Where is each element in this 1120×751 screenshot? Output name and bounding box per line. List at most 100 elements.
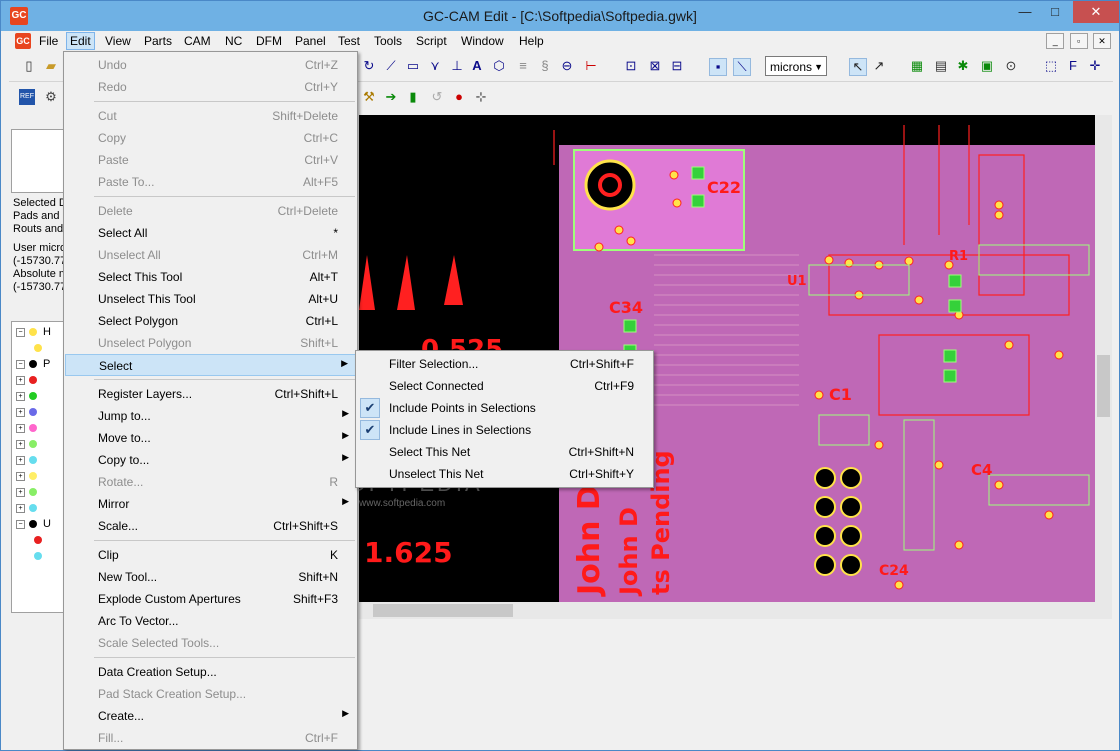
measure-tool-icon[interactable]: ⊖ (559, 58, 575, 74)
menu-item-data-creation-setup[interactable]: Data Creation Setup... (65, 661, 356, 683)
submenu-item-select-this-net[interactable]: Select This Net Ctrl+Shift+N (357, 441, 652, 463)
expand-icon[interactable]: + (16, 487, 25, 497)
hatch-tool-icon[interactable]: ≡ (515, 58, 531, 74)
new-file-icon[interactable]: ▯ (21, 58, 37, 74)
menu-parts[interactable]: Parts (144, 34, 172, 48)
expand-icon[interactable]: + (16, 375, 25, 385)
tree-row[interactable]: − U (16, 518, 51, 530)
menu-item-move-to[interactable]: Move to... ▶ (65, 427, 356, 449)
record-icon[interactable]: ● (451, 89, 467, 105)
menu-file[interactable]: File (39, 34, 58, 48)
chip-icon[interactable]: ✱ (955, 58, 971, 74)
tree-row[interactable]: + (16, 470, 37, 482)
inspect-icon[interactable]: ⊙ (1003, 58, 1019, 74)
select-edit-icon[interactable]: ↗ (871, 58, 887, 74)
menu-test[interactable]: Test (338, 34, 360, 48)
tree-row[interactable]: + (16, 486, 37, 498)
mdi-close-button[interactable]: ✕ (1093, 33, 1111, 49)
menu-item-clip[interactable]: Clip K (65, 544, 356, 566)
zoom-window-icon[interactable]: ⊠ (647, 58, 663, 74)
polygon-tool-icon[interactable]: ⬡ (491, 58, 507, 74)
crosshair-icon[interactable]: ✛ (1087, 58, 1103, 74)
layers-list-icon[interactable]: ▤ (933, 58, 949, 74)
menu-help[interactable]: Help (519, 34, 544, 48)
vertical-scrollbar[interactable] (1095, 115, 1112, 619)
mdi-restore-button[interactable]: ▫ (1069, 33, 1088, 49)
reference-icon[interactable]: REF (19, 89, 35, 105)
tree-row[interactable]: + (16, 390, 37, 402)
tree-row[interactable]: + (16, 438, 37, 450)
snap-point-icon[interactable]: ▪ (709, 58, 727, 76)
zoom-fit-icon[interactable]: ⊡ (623, 58, 639, 74)
expand-icon[interactable]: + (16, 455, 25, 465)
submenu-item-include-lines-in-selections[interactable]: ✔ Include Lines in Selections (357, 419, 652, 441)
dimension-tool-icon[interactable]: ⊢ (583, 58, 599, 74)
expand-icon[interactable]: + (16, 391, 25, 401)
menu-item-select-polygon[interactable]: Select Polygon Ctrl+L (65, 310, 356, 332)
tree-row[interactable]: + (16, 454, 37, 466)
zoom-previous-icon[interactable]: ⊟ (669, 58, 685, 74)
select-box-icon[interactable]: ⬚ (1043, 58, 1059, 74)
menu-item-unselect-this-tool[interactable]: Unselect This Tool Alt+U (65, 288, 356, 310)
import-arrow-icon[interactable]: ➔ (383, 89, 399, 105)
submenu-item-unselect-this-net[interactable]: Unselect This Net Ctrl+Shift+Y (357, 463, 652, 485)
collapse-icon[interactable]: − (16, 359, 25, 369)
text-tool-icon[interactable]: A (469, 58, 485, 74)
collapse-icon[interactable]: − (16, 327, 25, 337)
menu-item-mirror[interactable]: Mirror ▶ (65, 493, 356, 515)
menu-panel[interactable]: Panel (295, 34, 326, 48)
expand-icon[interactable]: + (16, 471, 25, 481)
menu-view[interactable]: View (105, 34, 131, 48)
menu-window[interactable]: Window (461, 34, 504, 48)
draw-arc-icon[interactable]: ↻ (361, 58, 377, 74)
expand-icon[interactable]: + (16, 503, 25, 513)
minimize-button[interactable]: — (1011, 1, 1039, 23)
menu-tools[interactable]: Tools (374, 34, 402, 48)
tree-row[interactable] (30, 550, 42, 562)
vscroll-thumb[interactable] (1097, 355, 1110, 417)
draw-rect-icon[interactable]: ▭ (405, 58, 421, 74)
open-folder-icon[interactable]: ▰ (43, 58, 59, 74)
tree-row[interactable] (30, 534, 42, 546)
draw-node-icon[interactable]: ⊥ (449, 58, 465, 74)
tree-row[interactable]: + (16, 502, 37, 514)
origin-icon[interactable]: ⊹ (473, 89, 489, 105)
units-dropdown[interactable]: microns ▼ (765, 56, 827, 76)
expand-icon[interactable]: + (16, 423, 25, 433)
menu-item-scale[interactable]: Scale... Ctrl+Shift+S (65, 515, 356, 537)
hscroll-thumb[interactable] (373, 604, 513, 617)
tree-row[interactable]: + (16, 422, 37, 434)
menu-item-create[interactable]: Create... ▶ (65, 705, 356, 727)
close-button[interactable]: ✕ (1073, 1, 1119, 23)
menu-cam[interactable]: CAM (184, 34, 211, 48)
horizontal-scrollbar[interactable] (359, 602, 1095, 619)
submenu-item-select-connected[interactable]: Select Connected Ctrl+F9 (357, 375, 652, 397)
flash-icon[interactable]: F (1065, 58, 1081, 74)
mdi-minimize-button[interactable]: _ (1046, 33, 1065, 49)
spiral-tool-icon[interactable]: § (537, 58, 553, 74)
submenu-item-filter-selection[interactable]: Filter Selection... Ctrl+Shift+F (357, 353, 652, 375)
layers-grid-icon[interactable]: ▦ (909, 58, 925, 74)
menu-item-new-tool[interactable]: New Tool... Shift+N (65, 566, 356, 588)
mdi-logo-icon[interactable]: GC (15, 33, 31, 49)
menu-item-explode-custom-apertures[interactable]: Explode Custom Apertures Shift+F3 (65, 588, 356, 610)
menu-edit[interactable]: Edit (66, 32, 95, 50)
menu-item-select-this-tool[interactable]: Select This Tool Alt+T (65, 266, 356, 288)
menu-item-copy-to[interactable]: Copy to... ▶ (65, 449, 356, 471)
menu-item-select-all[interactable]: Select All * (65, 222, 356, 244)
menu-item-register-layers[interactable]: Register Layers... Ctrl+Shift+L (65, 383, 356, 405)
pad-icon[interactable]: ▮ (405, 89, 421, 105)
settings-gear-icon[interactable]: ⚙ (43, 89, 59, 105)
draw-branch-icon[interactable]: ⋎ (427, 58, 443, 74)
title-bar[interactable]: GC GC-CAM Edit - [C:\Softpedia\Softpedia… (1, 1, 1119, 31)
menu-nc[interactable]: NC (225, 34, 242, 48)
tree-row[interactable]: − H (16, 326, 51, 338)
drill-icon[interactable]: ⚒ (361, 89, 377, 105)
menu-item-select[interactable]: Select ▶ (65, 354, 356, 376)
expand-icon[interactable]: + (16, 407, 25, 417)
expand-icon[interactable]: + (16, 439, 25, 449)
menu-dfm[interactable]: DFM (256, 34, 282, 48)
menu-script[interactable]: Script (416, 34, 447, 48)
tree-row[interactable]: − P (16, 358, 50, 370)
draw-line-icon[interactable]: ⟋ (383, 58, 399, 74)
